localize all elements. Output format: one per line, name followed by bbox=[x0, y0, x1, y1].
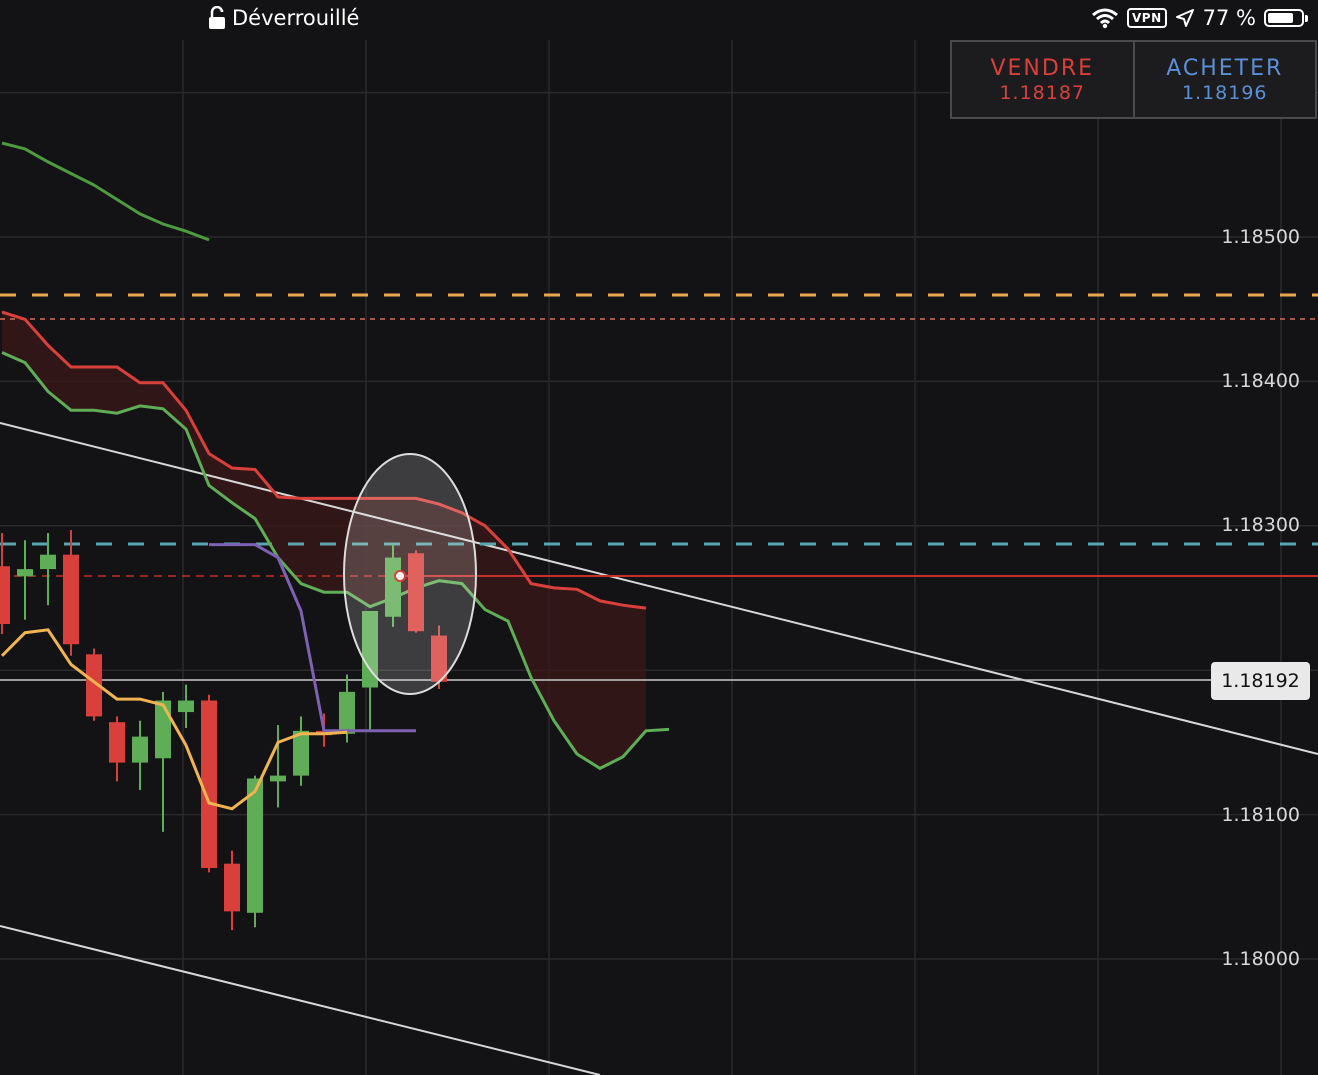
tenkan-sen-line bbox=[0, 628, 348, 811]
y-tick-label: 1.18400 bbox=[1221, 370, 1300, 392]
order-marker[interactable] bbox=[394, 570, 406, 582]
candle bbox=[63, 530, 79, 656]
candle bbox=[224, 850, 240, 931]
sell-button[interactable]: VENDRE 1.18187 bbox=[952, 42, 1133, 117]
y-tick-label: 1.18100 bbox=[1221, 804, 1300, 826]
lock-status: Déverrouillé bbox=[208, 6, 359, 30]
chart-grid bbox=[0, 40, 1318, 1075]
buy-label: ACHETER bbox=[1166, 55, 1284, 81]
candle-body bbox=[201, 700, 217, 869]
lock-open-icon bbox=[209, 6, 225, 29]
candle bbox=[201, 694, 217, 873]
status-bar: Déverrouillé VPN 77 % bbox=[0, 0, 1318, 40]
sell-price: 1.18187 bbox=[999, 81, 1086, 104]
battery-level-fill bbox=[1268, 13, 1293, 23]
candle bbox=[0, 533, 10, 635]
candle bbox=[178, 684, 194, 728]
battery-icon bbox=[1264, 9, 1308, 27]
candle-body bbox=[0, 566, 10, 624]
candle bbox=[132, 720, 148, 791]
system-indicators: VPN 77 % bbox=[1091, 6, 1308, 30]
battery-percentage: 77 % bbox=[1202, 6, 1256, 30]
candle-body bbox=[155, 700, 171, 759]
candle bbox=[17, 540, 33, 620]
candle bbox=[293, 716, 309, 786]
chikou-span-line bbox=[1, 141, 210, 242]
y-tick-label: 1.18300 bbox=[1221, 514, 1300, 536]
candle bbox=[109, 716, 125, 782]
trendline-lower bbox=[0, 925, 601, 1075]
candle-body bbox=[178, 700, 194, 713]
candle-body bbox=[109, 722, 125, 763]
candle-body bbox=[132, 736, 148, 763]
candle-body bbox=[270, 775, 286, 782]
candle-body bbox=[17, 569, 33, 577]
y-tick-label: 1.18000 bbox=[1221, 948, 1300, 970]
trendline-upper bbox=[0, 422, 1318, 755]
current-price-tag: 1.18192 bbox=[1211, 662, 1310, 700]
candle-body bbox=[224, 863, 240, 912]
sell-label: VENDRE bbox=[990, 55, 1095, 81]
lock-status-text: Déverrouillé bbox=[232, 6, 360, 30]
wifi-icon bbox=[1092, 8, 1118, 29]
buy-button[interactable]: ACHETER 1.18196 bbox=[1132, 42, 1316, 117]
highlight-ellipse bbox=[343, 453, 477, 695]
vpn-badge: VPN bbox=[1127, 8, 1167, 28]
buy-price: 1.18196 bbox=[1181, 81, 1268, 104]
candle bbox=[270, 725, 286, 808]
candle-body bbox=[40, 554, 56, 570]
candle-body bbox=[293, 730, 309, 776]
candle bbox=[247, 775, 263, 928]
candle-body bbox=[339, 691, 355, 734]
y-tick-label: 1.18500 bbox=[1221, 226, 1300, 248]
candle-body bbox=[247, 778, 263, 913]
candle-body bbox=[63, 554, 79, 645]
ichimoku-chart[interactable] bbox=[0, 0, 1318, 1075]
trade-panel: VENDRE 1.18187 ACHETER 1.18196 bbox=[950, 40, 1317, 119]
location-arrow-icon bbox=[1175, 9, 1194, 27]
